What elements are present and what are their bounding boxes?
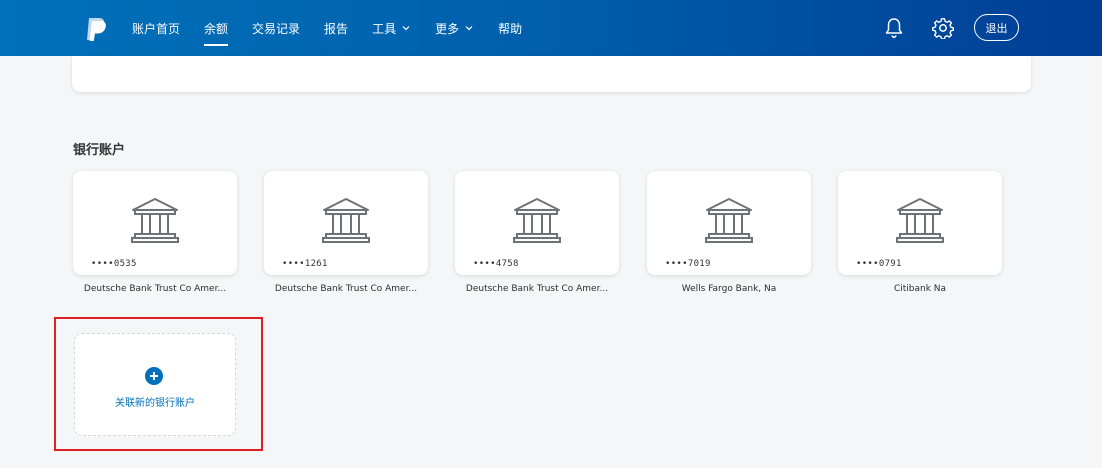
nav-item-balance[interactable]: 余额 — [204, 0, 229, 56]
nav-item-transactions[interactable]: 交易记录 — [252, 0, 300, 56]
bank-account-card[interactable]: ••••4758 — [455, 171, 619, 275]
plus-icon — [145, 367, 163, 385]
balance-card — [72, 56, 1031, 92]
bank-account-number: ••••7019 — [665, 259, 711, 269]
bank-name: Deutsche Bank Trust Co Amer... — [83, 284, 227, 294]
bank-name: Citibank Na — [893, 284, 947, 294]
bell-icon[interactable] — [880, 14, 908, 42]
main-nav: 账户首页 余额 交易记录 报告 工具 更多 帮助 — [132, 0, 546, 56]
bank-icon — [513, 198, 561, 243]
add-bank-account-label: 关联新的银行账户 — [115, 398, 195, 409]
bank-account-card[interactable]: ••••7019 — [647, 171, 811, 275]
nav-item-label: 交易记录 — [252, 21, 301, 36]
top-navigation-bar: 账户首页 余额 交易记录 报告 工具 更多 帮助 退出 — [0, 0, 1102, 56]
bank-name: Deutsche Bank Trust Co Amer... — [274, 284, 418, 294]
bank-accounts-heading: 银行账户 — [73, 143, 126, 158]
nav-item-label: 工具 — [372, 21, 397, 36]
bank-icon — [131, 198, 179, 243]
nav-item-label: 更多 — [435, 21, 460, 36]
bank-account-card[interactable]: ••••1261 — [264, 171, 428, 275]
bank-account-number: ••••1261 — [282, 259, 328, 269]
gear-icon[interactable] — [929, 14, 957, 42]
paypal-logo-icon[interactable] — [84, 16, 108, 42]
nav-item-label: 余额 — [204, 21, 229, 36]
add-bank-account-button[interactable]: 关联新的银行账户 — [74, 333, 236, 436]
chevron-down-icon — [465, 26, 473, 31]
chevron-down-icon — [402, 26, 410, 31]
nav-item-label: 账户首页 — [132, 21, 181, 36]
bank-icon — [705, 198, 753, 243]
bank-icon — [896, 198, 944, 243]
bank-account-number: ••••0535 — [91, 259, 137, 269]
bank-account-number: ••••0791 — [856, 259, 902, 269]
bank-account-number: ••••4758 — [473, 259, 519, 269]
bank-icon — [322, 198, 370, 243]
bank-account-card[interactable]: ••••0791 — [838, 171, 1002, 275]
logout-button[interactable]: 退出 — [974, 14, 1019, 41]
nav-item-label: 帮助 — [498, 21, 523, 36]
nav-item-home[interactable]: 账户首页 — [132, 0, 180, 56]
nav-item-help[interactable]: 帮助 — [498, 0, 522, 56]
nav-item-label: 报告 — [324, 21, 349, 36]
bank-name: Wells Fargo Bank, Na — [681, 284, 777, 294]
bank-account-card[interactable]: ••••0535 — [73, 171, 237, 275]
nav-item-reports[interactable]: 报告 — [324, 0, 348, 56]
bank-name: Deutsche Bank Trust Co Amer... — [465, 284, 609, 294]
nav-item-tools[interactable]: 工具 — [372, 0, 411, 56]
nav-item-more[interactable]: 更多 — [435, 0, 474, 56]
